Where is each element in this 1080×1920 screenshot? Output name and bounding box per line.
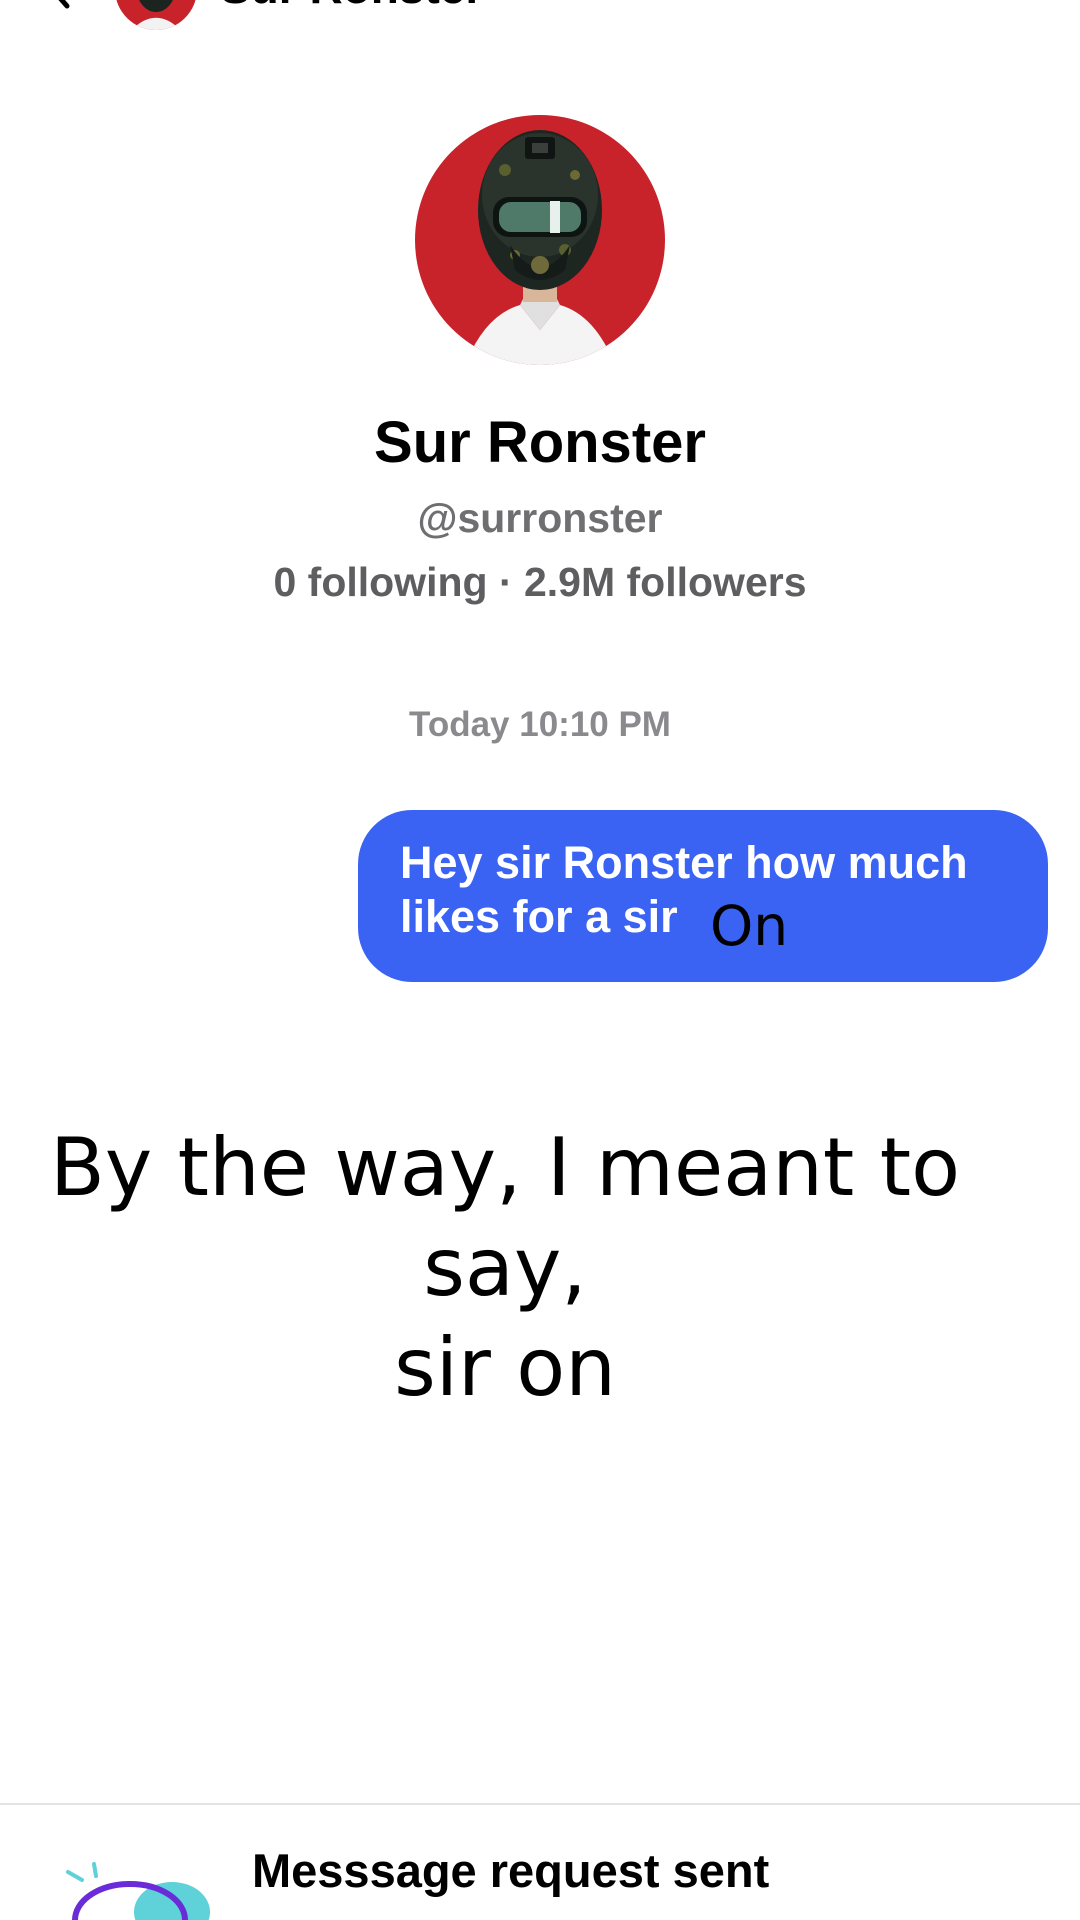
profile-handle: @surronster [417, 495, 663, 541]
message-text: Hey sir Ronster how much likes for a sir [400, 837, 968, 942]
caption-line-2: sir on [394, 1321, 616, 1414]
chat-header: Sur Ronster [0, 0, 1080, 40]
header-avatar[interactable] [115, 0, 197, 30]
overlay-text-on: On [710, 894, 789, 958]
message-timestamp: Today 10:10 PM [409, 705, 671, 744]
profile-stats: 0 following · 2.9M followers [273, 559, 807, 605]
message-request-title: Messsage request sent [252, 1844, 770, 1897]
profile-avatar[interactable] [415, 115, 665, 365]
video-caption: By the way, I meant to say, sir on [0, 1118, 1010, 1418]
header-username[interactable]: Sur Ronster [220, 0, 483, 12]
outgoing-message-bubble[interactable]: Hey sir Ronster how much likes for a sir [358, 810, 1048, 982]
divider [0, 1803, 1080, 1805]
back-button[interactable] [40, 0, 80, 10]
caption-line-1: By the way, I meant to say, [49, 1121, 961, 1314]
profile-name: Sur Ronster [374, 410, 706, 475]
message-request-icon [60, 1862, 220, 1920]
chevron-left-icon [58, 0, 70, 9]
